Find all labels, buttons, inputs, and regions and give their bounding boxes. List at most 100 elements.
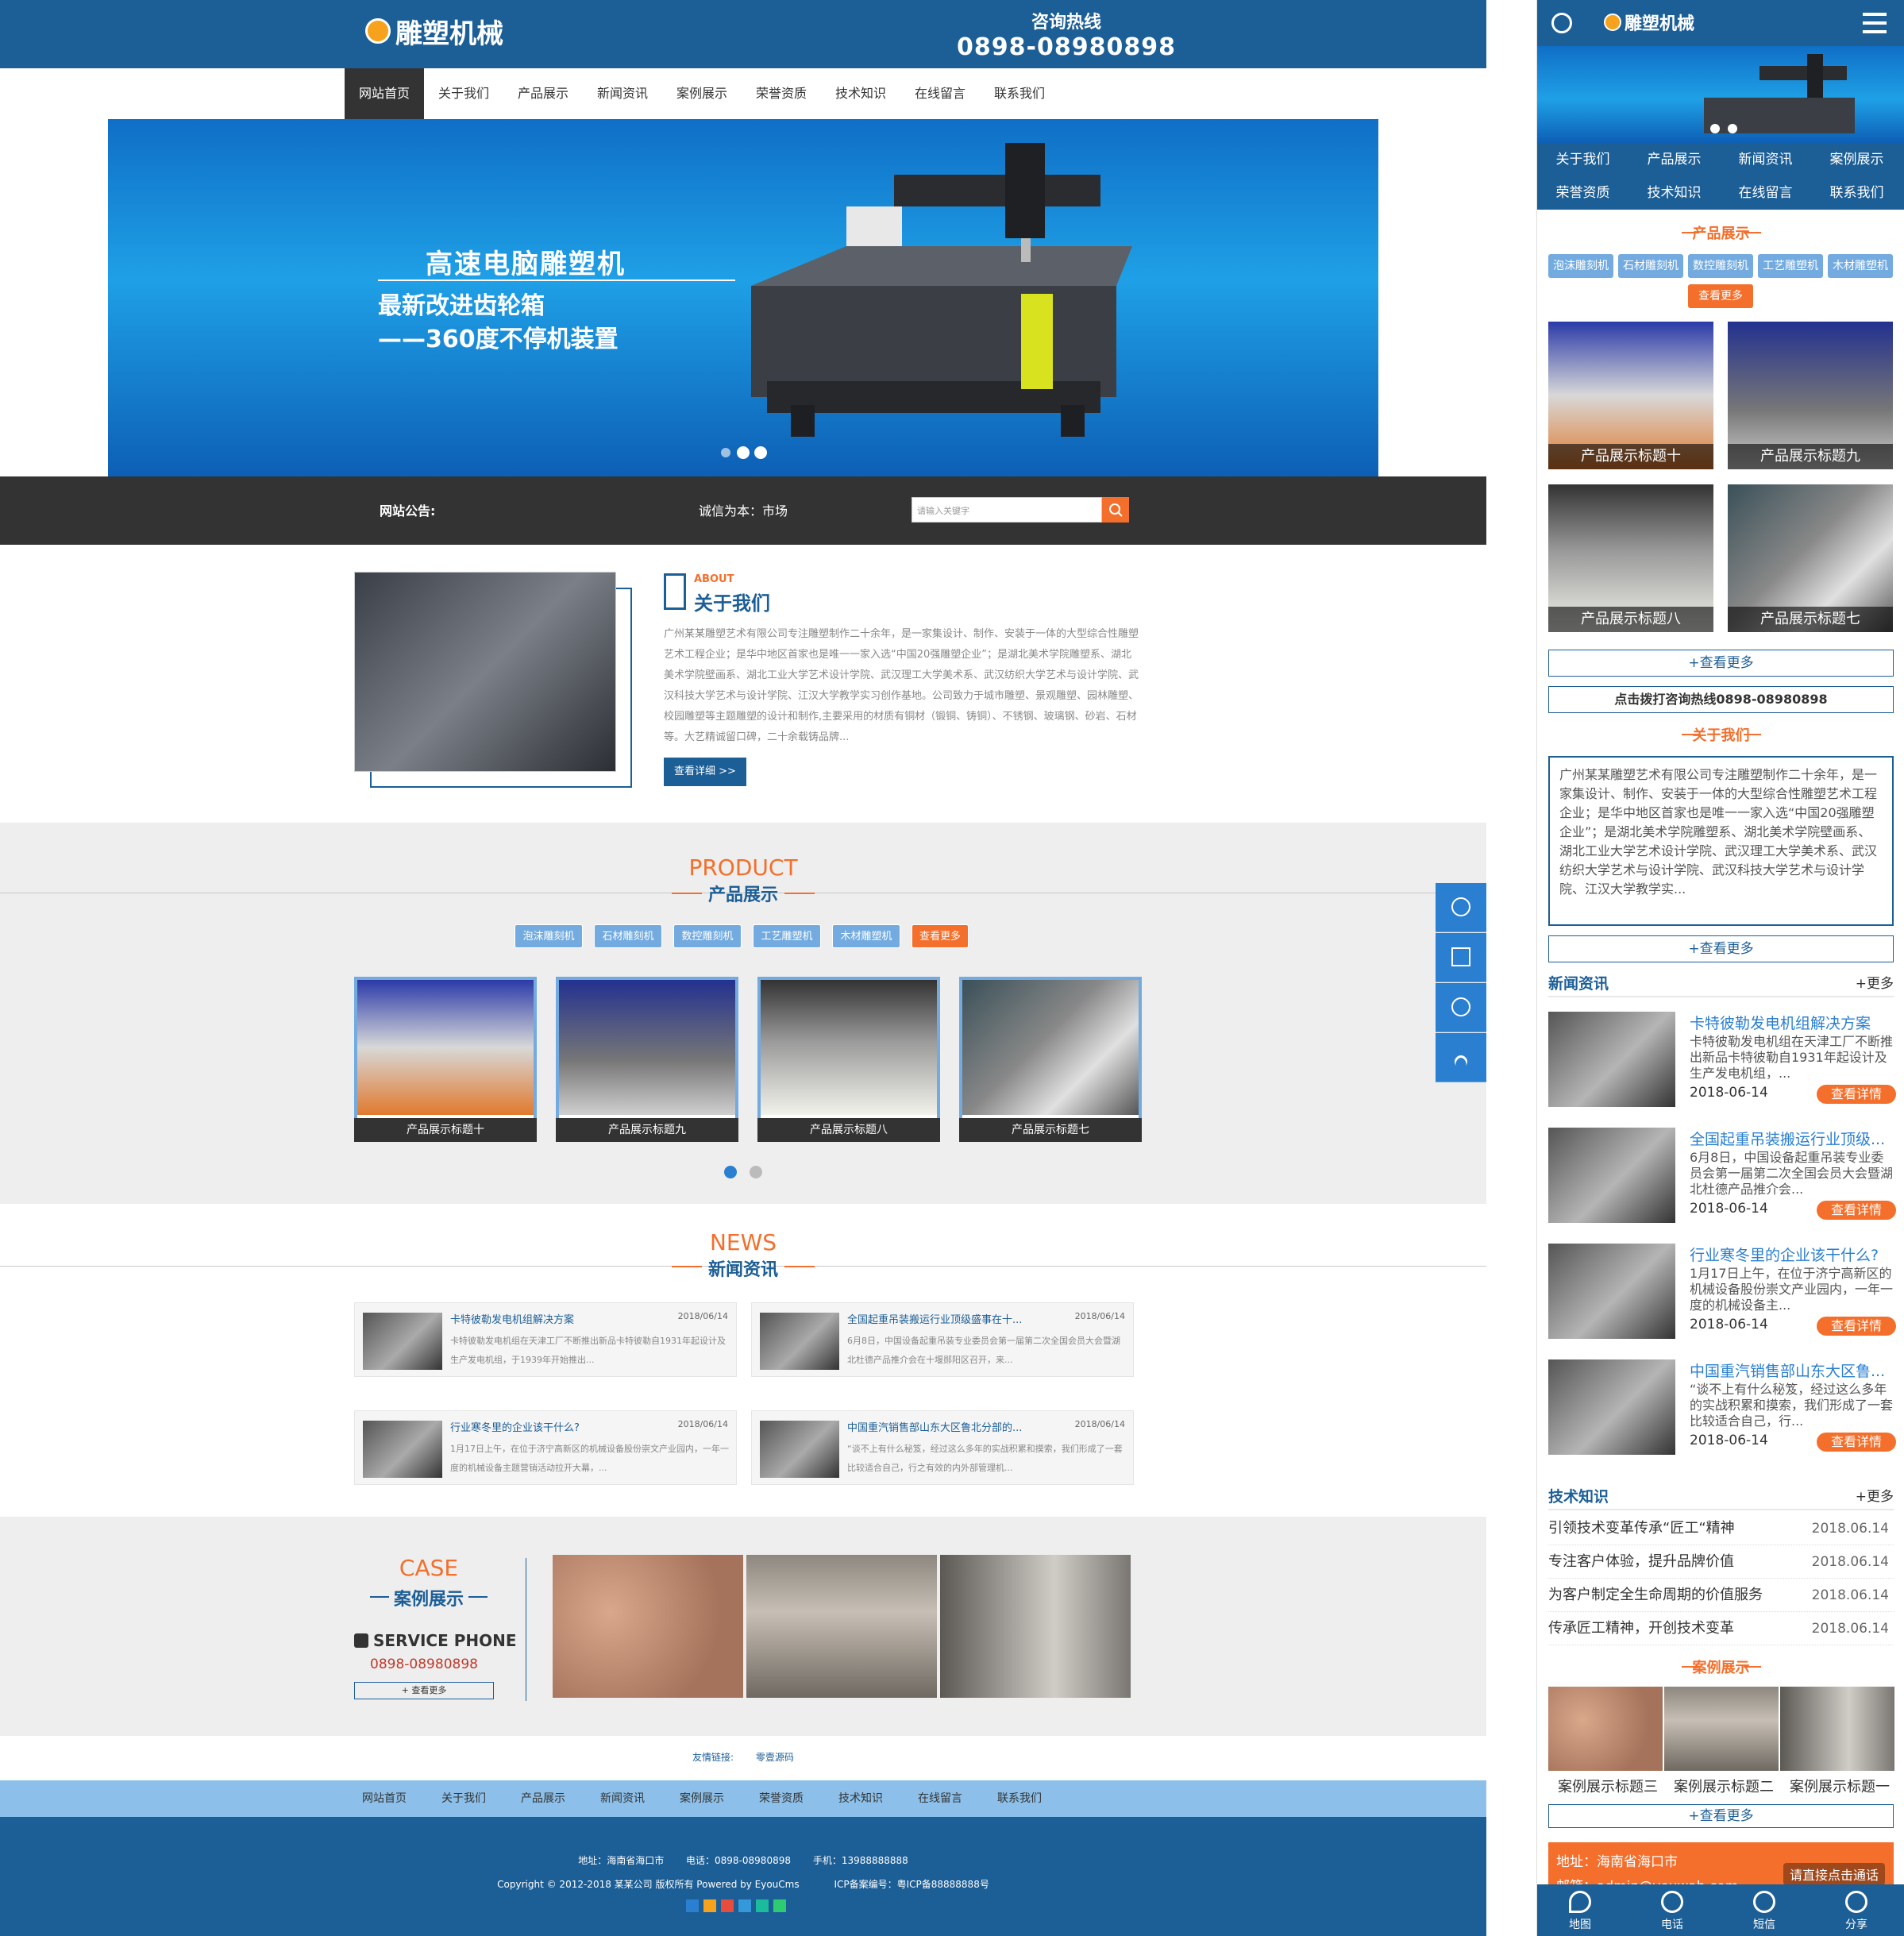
news-card[interactable]: 中国重汽销售部山东大区鲁北分部的... 2018/06/14 “谈不上有什么秘笈… bbox=[751, 1410, 1134, 1485]
nav-news[interactable]: 新闻资讯 bbox=[583, 68, 662, 119]
m-nav-cases[interactable]: 案例展示 bbox=[1811, 143, 1902, 176]
case-more-button[interactable]: + 查看更多 bbox=[354, 1682, 494, 1699]
banner-dot-2[interactable] bbox=[737, 446, 750, 459]
case-image[interactable] bbox=[940, 1555, 1131, 1698]
m-case-item[interactable]: 案例展示标题一 bbox=[1780, 1687, 1894, 1798]
share-icon[interactable] bbox=[738, 1899, 751, 1912]
m-nav-contact[interactable]: 联系我们 bbox=[1811, 176, 1902, 210]
m-nav-news[interactable]: 新闻资讯 bbox=[1720, 143, 1811, 176]
case-image[interactable] bbox=[746, 1555, 937, 1698]
mobile-banner[interactable] bbox=[1537, 46, 1904, 143]
tag-stone[interactable]: 石材雕刻机 bbox=[1618, 254, 1683, 278]
m-product-more-button[interactable]: +查看更多 bbox=[1548, 650, 1894, 677]
banner-dot-3[interactable] bbox=[754, 446, 767, 459]
float-phone-button[interactable] bbox=[1436, 883, 1486, 932]
tag-more[interactable]: 查看更多 bbox=[1688, 284, 1753, 308]
news-detail-button[interactable]: 查看详情 bbox=[1817, 1317, 1896, 1336]
nav-tech[interactable]: 技术知识 bbox=[821, 68, 900, 119]
tag-craft[interactable]: 工艺雕塑机 bbox=[753, 924, 821, 948]
m-foot-share[interactable]: 分享 bbox=[1833, 1916, 1880, 1932]
news-title[interactable]: 卡特彼勒发电机组解决方案 bbox=[450, 1311, 673, 1326]
phone-icon[interactable] bbox=[1661, 1891, 1683, 1913]
mobile-logo[interactable]: 雕塑机械 bbox=[1604, 10, 1694, 35]
nav-about[interactable]: 关于我们 bbox=[424, 68, 503, 119]
float-qq-button[interactable] bbox=[1436, 983, 1486, 1032]
news-title[interactable]: 全国起重吊装搬运行业顶级... bbox=[1690, 1128, 1894, 1149]
carousel-dot-1[interactable] bbox=[724, 1166, 737, 1178]
m-tech-item[interactable]: 为客户制定全生命周期的价值服务 2018.06.14 bbox=[1548, 1579, 1894, 1612]
friend-link[interactable]: 零壹源码 bbox=[756, 1752, 794, 1763]
news-card[interactable]: 行业寒冬里的企业该干什么? 2018/06/14 1月17日上午，在位于济宁高新… bbox=[354, 1410, 737, 1485]
m-nav-message[interactable]: 在线留言 bbox=[1720, 176, 1811, 210]
news-title[interactable]: 行业寒冬里的企业该干什么? bbox=[450, 1419, 673, 1434]
footer-nav-item[interactable]: 关于我们 bbox=[441, 1780, 486, 1817]
footer-nav-item[interactable]: 案例展示 bbox=[680, 1780, 724, 1817]
footer-nav-item[interactable]: 联系我们 bbox=[997, 1780, 1042, 1817]
m-nav-tech[interactable]: 技术知识 bbox=[1628, 176, 1720, 210]
news-detail-button[interactable]: 查看详情 bbox=[1817, 1433, 1896, 1452]
share-icon[interactable] bbox=[721, 1899, 734, 1912]
carousel-dot-2[interactable] bbox=[750, 1166, 762, 1178]
search-icon[interactable] bbox=[1551, 13, 1572, 33]
footer-nav-item[interactable]: 新闻资讯 bbox=[600, 1780, 645, 1817]
m-nav-products[interactable]: 产品展示 bbox=[1628, 143, 1720, 176]
banner-dot[interactable] bbox=[1728, 124, 1737, 133]
m-product-card[interactable]: 产品展示标题七 bbox=[1728, 484, 1893, 632]
m-foot-phone[interactable]: 电话 bbox=[1648, 1916, 1696, 1932]
m-call-float[interactable]: 请直接点击通话 bbox=[1783, 1863, 1886, 1885]
m-about-more-button[interactable]: +查看更多 bbox=[1548, 935, 1894, 962]
search-button[interactable] bbox=[1102, 497, 1129, 523]
m-nav-about[interactable]: 关于我们 bbox=[1537, 143, 1628, 176]
m-tech-more[interactable]: +更多 bbox=[1856, 1485, 1894, 1505]
back-to-top-button[interactable] bbox=[1436, 1033, 1486, 1082]
news-card[interactable]: 全国起重吊装搬运行业顶级盛事在十... 2018/06/14 6月8日，中国设备… bbox=[751, 1302, 1134, 1377]
about-detail-button[interactable]: 查看详细 >> bbox=[664, 758, 746, 786]
news-title[interactable]: 卡特彼勒发电机组解决方案 bbox=[1690, 1012, 1894, 1033]
nav-honors[interactable]: 荣誉资质 bbox=[742, 68, 821, 119]
notice-text[interactable]: 诚信为本：市场 bbox=[699, 500, 788, 519]
message-icon[interactable] bbox=[1753, 1891, 1775, 1913]
banner-dot-1[interactable] bbox=[721, 448, 730, 457]
footer-nav-item[interactable]: 网站首页 bbox=[362, 1780, 407, 1817]
tag-foam[interactable]: 泡沫雕刻机 bbox=[1548, 254, 1613, 278]
share-icon[interactable] bbox=[773, 1899, 786, 1912]
product-card[interactable]: 产品展示标题九 bbox=[556, 977, 738, 1142]
m-call-button[interactable]: 点击拨打咨询热线0898-08980898 bbox=[1548, 686, 1894, 713]
tag-cnc[interactable]: 数控雕刻机 bbox=[673, 924, 742, 948]
m-news-item[interactable]: 全国起重吊装搬运行业顶级... 6月8日，中国设备起重吊装专业委员会第一届第二次… bbox=[1548, 1128, 1896, 1228]
m-foot-map[interactable]: 地图 bbox=[1556, 1916, 1604, 1932]
menu-icon[interactable] bbox=[1863, 13, 1887, 33]
share-icon[interactable] bbox=[1845, 1891, 1867, 1913]
nav-home[interactable]: 网站首页 bbox=[345, 68, 424, 119]
m-news-item[interactable]: 中国重汽销售部山东大区鲁... “谈不上有什么秘笈，经过这么多年的实战积累和摸索… bbox=[1548, 1359, 1896, 1460]
m-product-card[interactable]: 产品展示标题八 bbox=[1548, 484, 1713, 632]
float-qrcode-button[interactable] bbox=[1436, 933, 1486, 982]
news-card[interactable]: 卡特彼勒发电机组解决方案 2018/06/14 卡特彼勒发电机组在天津工厂不断推… bbox=[354, 1302, 737, 1377]
news-detail-button[interactable]: 查看详情 bbox=[1817, 1085, 1896, 1104]
m-news-item[interactable]: 卡特彼勒发电机组解决方案 卡特彼勒发电机组在天津工厂不断推出新品卡特彼勒自193… bbox=[1548, 1012, 1896, 1112]
m-product-card[interactable]: 产品展示标题十 bbox=[1548, 322, 1713, 469]
m-nav-honors[interactable]: 荣誉资质 bbox=[1537, 176, 1628, 210]
nav-cases[interactable]: 案例展示 bbox=[662, 68, 742, 119]
m-case-more-button[interactable]: +查看更多 bbox=[1548, 1804, 1894, 1828]
news-title[interactable]: 行业寒冬里的企业该干什么? bbox=[1690, 1244, 1894, 1265]
product-card[interactable]: 产品展示标题七 bbox=[959, 977, 1142, 1142]
tag-wood[interactable]: 木材雕塑机 bbox=[832, 924, 900, 948]
hero-banner[interactable]: 高速电脑雕塑机 最新改进齿轮箱 ——360度不停机装置 bbox=[108, 119, 1378, 476]
m-tech-item[interactable]: 传承匠工精神，开创技术变革 2018.06.14 bbox=[1548, 1612, 1894, 1645]
news-title[interactable]: 中国重汽销售部山东大区鲁... bbox=[1690, 1359, 1894, 1381]
tag-cnc[interactable]: 数控雕刻机 bbox=[1688, 254, 1753, 278]
map-pin-icon[interactable] bbox=[1569, 1891, 1591, 1913]
product-card[interactable]: 产品展示标题八 bbox=[757, 977, 940, 1142]
footer-nav-item[interactable]: 产品展示 bbox=[521, 1780, 565, 1817]
news-title[interactable]: 全国起重吊装搬运行业顶级盛事在十... bbox=[847, 1311, 1070, 1326]
tag-craft[interactable]: 工艺雕塑机 bbox=[1758, 254, 1823, 278]
case-image[interactable] bbox=[553, 1555, 743, 1698]
m-news-item[interactable]: 行业寒冬里的企业该干什么? 1月17日上午，在位于济宁高新区的机械设备股份崇文产… bbox=[1548, 1244, 1896, 1344]
banner-dot[interactable] bbox=[1710, 124, 1720, 133]
icp-text[interactable]: ICP备案编号：粤ICP备88888888号 bbox=[834, 1879, 989, 1890]
nav-contact[interactable]: 联系我们 bbox=[980, 68, 1059, 119]
search-input[interactable]: 请输入关键字 bbox=[912, 497, 1102, 523]
m-case-item[interactable]: 案例展示标题二 bbox=[1664, 1687, 1779, 1798]
nav-message[interactable]: 在线留言 bbox=[900, 68, 980, 119]
